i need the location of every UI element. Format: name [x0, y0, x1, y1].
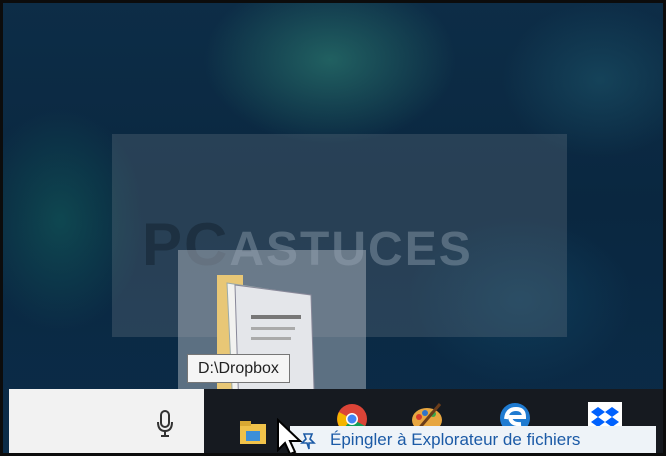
microphone-icon[interactable]	[155, 409, 175, 439]
pin-to-explorer-item[interactable]: Épingler à Explorateur de fichiers	[290, 426, 656, 456]
path-tooltip: D:\Dropbox	[187, 354, 290, 383]
pin-label: Épingler à Explorateur de fichiers	[330, 430, 581, 449]
mouse-cursor-icon	[277, 418, 302, 456]
file-explorer-icon[interactable]	[238, 418, 268, 446]
pin-icon	[300, 433, 316, 450]
